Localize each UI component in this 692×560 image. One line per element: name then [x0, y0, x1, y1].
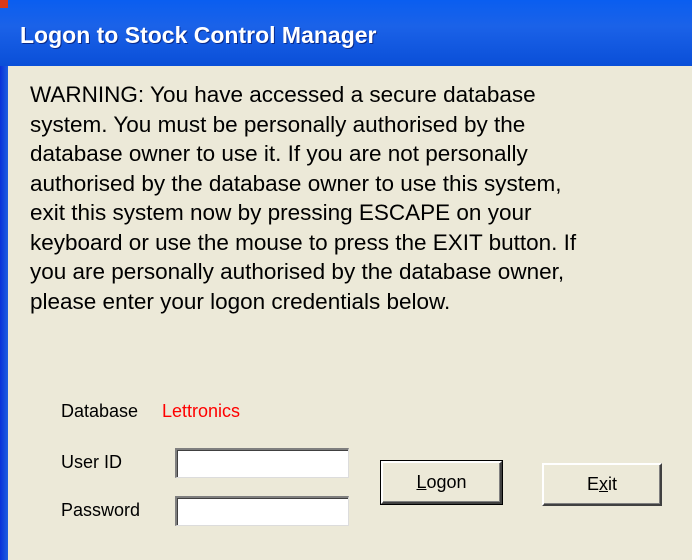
exit-accelerator: x: [599, 474, 608, 494]
user-id-label: User ID: [61, 452, 123, 472]
window-corner: [0, 0, 8, 8]
exit-button[interactable]: Exit: [542, 463, 662, 506]
warning-line: keyboard or use the mouse to press the E…: [30, 229, 577, 255]
title-bar[interactable]: Logon to Stock Control Manager: [0, 0, 692, 66]
warning-message: WARNING: You have accessed a secure data…: [30, 80, 680, 316]
exit-label-end: it: [608, 474, 617, 494]
warning-line: you are personally authorised by the dat…: [30, 259, 565, 284]
user-id-field[interactable]: [175, 448, 349, 478]
logon-dialog: Logon to Stock Control Manager WARNING: …: [0, 0, 692, 560]
warning-line: system. You must be personally authorise…: [30, 111, 526, 137]
warning-line: authorised by the database owner to use …: [30, 170, 562, 196]
exit-label-start: E: [586, 474, 599, 494]
logon-button[interactable]: Logon: [380, 460, 503, 505]
window-frame-left: [0, 66, 8, 560]
logon-label-rest: ogon: [426, 472, 467, 492]
database-value: Lettronics: [162, 401, 241, 421]
warning-line: exit this system now by pressing ESCAPE …: [30, 200, 532, 225]
window-title: Logon to Stock Control Manager: [20, 22, 377, 48]
warning-line: database owner to use it. If you are not…: [30, 141, 528, 166]
database-label: Database: [61, 401, 139, 421]
password-label: Password: [61, 500, 141, 520]
warning-line: WARNING: You have accessed a secure data…: [30, 82, 536, 107]
logon-accelerator: L: [416, 472, 427, 492]
password-field[interactable]: [175, 496, 349, 526]
warning-line: please enter your logon credentials belo…: [30, 288, 451, 314]
